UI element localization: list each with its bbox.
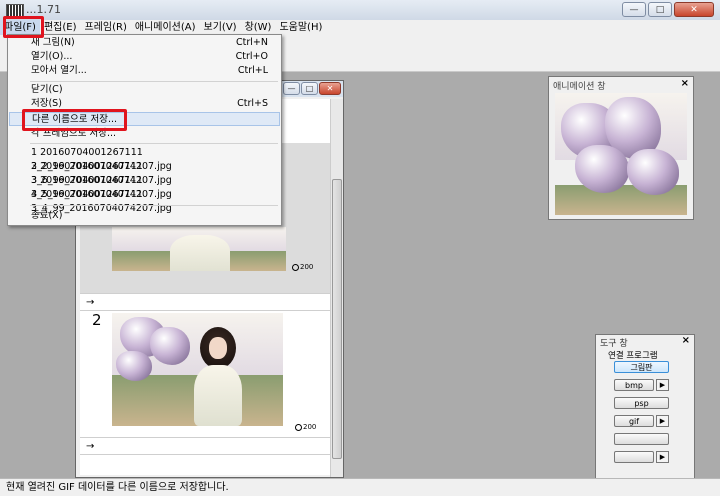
empty-slot-play-icon[interactable]: ▶: [656, 451, 669, 463]
animation-preview: [555, 93, 687, 215]
statusbar: 현재 열려진 GIF 데이터를 다른 이름으로 저장합니다.: [0, 478, 720, 496]
bmp-button[interactable]: bmp: [614, 379, 654, 391]
frame-1-arrow: →: [80, 293, 330, 311]
minimize-button[interactable]: —: [622, 2, 646, 17]
clock-icon: [292, 263, 299, 271]
scrollbar-thumb[interactable]: [332, 179, 342, 459]
paint-button[interactable]: 그림판: [614, 361, 669, 373]
frame-2-number: 2: [92, 311, 102, 329]
frame-2-image[interactable]: [112, 313, 283, 426]
psp-button[interactable]: psp: [614, 397, 669, 409]
gif-button[interactable]: gif: [614, 415, 654, 427]
menu-item-recent-4[interactable]: 4 20160704001267111 3_4_99_2016070407420…: [9, 188, 280, 214]
frame-2-arrow: →: [80, 437, 330, 455]
window-title: ...1.71: [26, 3, 61, 16]
tool-panel-title: 도구 창: [600, 339, 628, 349]
maximize-button[interactable]: □: [648, 2, 672, 17]
menu-window[interactable]: 창(W): [241, 20, 276, 35]
gif-play-icon[interactable]: ▶: [656, 415, 669, 427]
empty-slot-button-2[interactable]: [614, 451, 654, 463]
window-controls: — □ ✕: [622, 2, 714, 17]
doc-close-button[interactable]: ✕: [319, 82, 341, 95]
tool-panel-close-icon[interactable]: ×: [682, 335, 690, 346]
tool-group-label: 연결 프로그램: [608, 351, 658, 361]
close-button[interactable]: ✕: [674, 2, 714, 17]
animation-panel: 애니메이션 창 ×: [548, 76, 694, 220]
bmp-play-icon[interactable]: ▶: [656, 379, 669, 391]
menu-item-open[interactable]: 열기(O)... Ctrl+O: [9, 50, 280, 64]
menu-view[interactable]: 보기(V): [200, 20, 241, 35]
animation-panel-title: 애니메이션 창: [553, 82, 606, 92]
empty-slot-button[interactable]: [614, 433, 669, 445]
menu-item-exit[interactable]: 종료(X): [9, 209, 280, 223]
menu-help[interactable]: 도움말(H): [275, 20, 326, 35]
frame-2-delay: 200: [295, 423, 316, 431]
frame-1-delay: 200: [292, 263, 313, 271]
window-titlebar: ...1.71 — □ ✕: [0, 0, 720, 21]
menu-item-batch-open[interactable]: 모아서 열기... Ctrl+L: [9, 64, 280, 78]
menu-item-new[interactable]: 새 그림(N) Ctrl+N: [9, 36, 280, 50]
menubar: 파일(F) 편집(E) 프레임(R) 애니메이션(A) 보기(V) 창(W) 도…: [0, 20, 720, 35]
menu-separator: [30, 143, 278, 144]
tool-panel: 도구 창 × 연결 프로그램 그림판 bmp ▶ psp gif ▶ ▶: [595, 334, 695, 480]
vertical-scrollbar[interactable]: [330, 99, 343, 477]
menu-animation[interactable]: 애니메이션(A): [131, 20, 200, 35]
frame-1-image[interactable]: [112, 227, 286, 271]
menu-item-recent-1[interactable]: 1 20160704001267111 3_2_99_2016070407420…: [9, 146, 280, 172]
animation-panel-close-icon[interactable]: ×: [681, 78, 689, 89]
menu-item-close[interactable]: 닫기(C): [9, 83, 280, 97]
highlight-box-save-as: [22, 109, 127, 131]
doc-minimize-button[interactable]: —: [283, 82, 300, 95]
menu-frame[interactable]: 프레임(R): [81, 20, 131, 35]
menu-separator: [30, 205, 278, 206]
document-controls: — □ ✕: [283, 82, 341, 95]
menu-edit[interactable]: 편집(E): [40, 20, 81, 35]
highlight-box-file-menu: [3, 16, 44, 38]
menu-item-recent-3[interactable]: 3 20160704001267111 3_5_99_2016070407420…: [9, 174, 280, 200]
menu-separator: [30, 81, 278, 82]
clock-icon: [295, 423, 302, 431]
menu-item-recent-2[interactable]: 2 20160704001267111 3_6_99_2016070407420…: [9, 160, 280, 186]
doc-maximize-button[interactable]: □: [301, 82, 318, 95]
